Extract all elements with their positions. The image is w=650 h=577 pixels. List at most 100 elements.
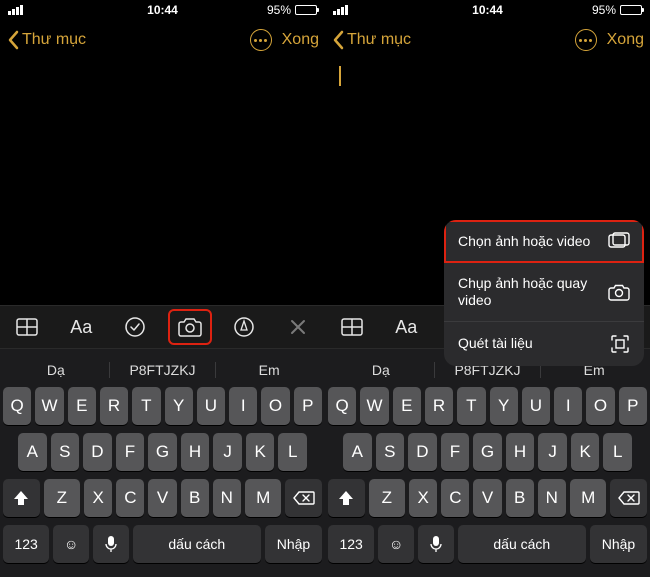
key-n[interactable]: N xyxy=(213,479,241,517)
key-h[interactable]: H xyxy=(506,433,535,471)
suggestion-3[interactable]: Em xyxy=(215,362,322,378)
key-g[interactable]: G xyxy=(473,433,502,471)
key-i[interactable]: I xyxy=(554,387,582,425)
key-d[interactable]: D xyxy=(408,433,437,471)
key-y[interactable]: Y xyxy=(165,387,193,425)
mic-key[interactable] xyxy=(418,525,454,563)
menu-scan-doc[interactable]: Quét tài liệu xyxy=(444,322,644,366)
key-b[interactable]: B xyxy=(506,479,534,517)
back-button[interactable]: Thư mục xyxy=(6,30,86,50)
suggestion-1[interactable]: Dạ xyxy=(3,362,109,378)
suggestion-2[interactable]: P8FTJZKJ xyxy=(109,362,216,378)
checklist-button[interactable] xyxy=(115,311,155,343)
key-k[interactable]: K xyxy=(246,433,275,471)
key-row-4: 123 ☺ dấu cách Nhập xyxy=(328,525,647,563)
key-a[interactable]: A xyxy=(18,433,47,471)
return-key[interactable]: Nhập xyxy=(265,525,322,563)
key-t[interactable]: T xyxy=(457,387,485,425)
key-n[interactable]: N xyxy=(538,479,566,517)
key-r[interactable]: R xyxy=(425,387,453,425)
key-y[interactable]: Y xyxy=(490,387,518,425)
key-o[interactable]: O xyxy=(586,387,614,425)
key-k[interactable]: K xyxy=(571,433,600,471)
key-c[interactable]: C xyxy=(116,479,144,517)
numbers-key[interactable]: 123 xyxy=(328,525,374,563)
emoji-key[interactable]: ☺ xyxy=(53,525,89,563)
note-body[interactable] xyxy=(0,60,325,305)
key-t[interactable]: T xyxy=(132,387,160,425)
key-z[interactable]: Z xyxy=(44,479,81,517)
shift-key[interactable] xyxy=(3,479,40,517)
menu-take-photo[interactable]: Chụp ảnh hoặc quay video xyxy=(444,263,644,322)
more-button[interactable] xyxy=(250,29,272,51)
key-p[interactable]: P xyxy=(619,387,647,425)
backspace-key[interactable] xyxy=(610,479,647,517)
key-l[interactable]: L xyxy=(278,433,307,471)
key-r[interactable]: R xyxy=(100,387,128,425)
status-time: 10:44 xyxy=(0,3,325,17)
space-key[interactable]: dấu cách xyxy=(458,525,586,563)
key-j[interactable]: J xyxy=(213,433,242,471)
format-button[interactable]: Aa xyxy=(386,311,426,343)
key-x[interactable]: X xyxy=(84,479,112,517)
key-l[interactable]: L xyxy=(603,433,632,471)
key-d[interactable]: D xyxy=(83,433,112,471)
note-toolbar: Aa xyxy=(0,305,325,349)
key-row-2: ASDFGHJKL xyxy=(3,433,322,471)
key-row-3: ZXCVBNM xyxy=(3,479,322,517)
key-row-2: ASDFGHJKL xyxy=(328,433,647,471)
numbers-key[interactable]: 123 xyxy=(3,525,49,563)
key-j[interactable]: J xyxy=(538,433,567,471)
key-v[interactable]: V xyxy=(473,479,501,517)
close-toolbar-button[interactable] xyxy=(278,311,318,343)
key-u[interactable]: U xyxy=(197,387,225,425)
key-x[interactable]: X xyxy=(409,479,437,517)
key-g[interactable]: G xyxy=(148,433,177,471)
suggestion-1[interactable]: Dạ xyxy=(328,362,434,378)
key-q[interactable]: Q xyxy=(328,387,356,425)
key-e[interactable]: E xyxy=(393,387,421,425)
table-button[interactable] xyxy=(7,311,47,343)
mic-key[interactable] xyxy=(93,525,129,563)
key-o[interactable]: O xyxy=(261,387,289,425)
key-h[interactable]: H xyxy=(181,433,210,471)
shift-key[interactable] xyxy=(328,479,365,517)
key-p[interactable]: P xyxy=(294,387,322,425)
backspace-key[interactable] xyxy=(285,479,322,517)
key-i[interactable]: I xyxy=(229,387,257,425)
key-b[interactable]: B xyxy=(181,479,209,517)
table-button[interactable] xyxy=(332,311,372,343)
key-q[interactable]: Q xyxy=(3,387,31,425)
left-pane: 10:44 95% Thư mục Xong Aa Dạ P8FTJZKJ Em… xyxy=(0,0,325,577)
key-v[interactable]: V xyxy=(148,479,176,517)
done-button[interactable]: Xong xyxy=(607,31,644,49)
menu-choose-photo[interactable]: Chọn ảnh hoặc video xyxy=(444,220,644,263)
key-c[interactable]: C xyxy=(441,479,469,517)
done-button[interactable]: Xong xyxy=(282,31,319,49)
key-m[interactable]: M xyxy=(245,479,282,517)
camera-button[interactable] xyxy=(170,311,210,343)
key-s[interactable]: S xyxy=(51,433,80,471)
return-key[interactable]: Nhập xyxy=(590,525,647,563)
right-pane: 10:44 95% Thư mục Xong Chọn ảnh hoặc vid… xyxy=(325,0,650,577)
back-label: Thư mục xyxy=(347,31,411,49)
key-z[interactable]: Z xyxy=(369,479,406,517)
more-button[interactable] xyxy=(575,29,597,51)
nav-bar: Thư mục Xong xyxy=(0,20,325,60)
space-key[interactable]: dấu cách xyxy=(133,525,261,563)
back-button[interactable]: Thư mục xyxy=(331,30,411,50)
key-f[interactable]: F xyxy=(441,433,470,471)
note-body[interactable]: Chọn ảnh hoặc video Chụp ảnh hoặc quay v… xyxy=(325,60,650,305)
key-a[interactable]: A xyxy=(343,433,372,471)
key-m[interactable]: M xyxy=(570,479,607,517)
key-s[interactable]: S xyxy=(376,433,405,471)
emoji-key[interactable]: ☺ xyxy=(378,525,414,563)
key-f[interactable]: F xyxy=(116,433,145,471)
status-bar: 10:44 95% xyxy=(325,0,650,20)
key-w[interactable]: W xyxy=(35,387,63,425)
format-button[interactable]: Aa xyxy=(61,311,101,343)
markup-button[interactable] xyxy=(224,311,264,343)
key-w[interactable]: W xyxy=(360,387,388,425)
key-u[interactable]: U xyxy=(522,387,550,425)
key-e[interactable]: E xyxy=(68,387,96,425)
